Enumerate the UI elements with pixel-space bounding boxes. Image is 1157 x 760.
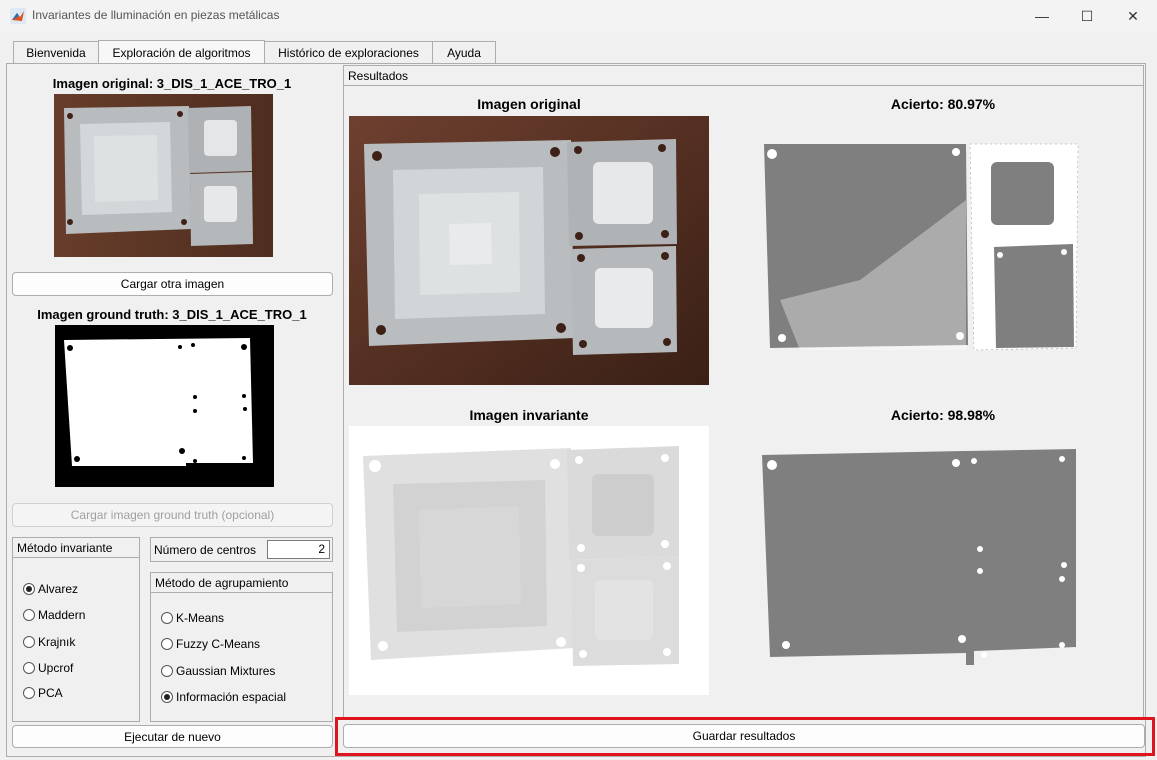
- close-icon[interactable]: ✕: [1110, 0, 1156, 32]
- radio-label: Upcrof: [38, 661, 74, 675]
- radio-icon: [23, 687, 35, 699]
- clustering-method-title: Método de agrupamiento: [151, 573, 332, 593]
- radio-fuzzy-cmeans[interactable]: Fuzzy C-Means: [161, 637, 260, 651]
- load-image-button[interactable]: Cargar otra imagen: [12, 272, 333, 296]
- centers-label: Número de centros: [154, 543, 257, 557]
- radio-selected-icon: [23, 583, 35, 595]
- tab-historico-exploraciones[interactable]: Histórico de exploraciones: [264, 41, 433, 63]
- highlight-box: [335, 717, 1155, 756]
- radio-label: Gaussian Mixtures: [176, 664, 276, 678]
- radio-label: K-Means: [176, 611, 225, 625]
- centers-field-group: Número de centros 2: [150, 537, 333, 562]
- radio-gaussian-mixtures[interactable]: Gaussian Mixtures: [161, 664, 275, 678]
- invariant-method-panel: Método invariante Alvarez Maddern Krajnı…: [12, 537, 140, 722]
- result-invariant-accuracy: Acierto: 98.98%: [890, 407, 996, 423]
- radio-pca[interactable]: PCA: [23, 686, 63, 700]
- centers-input[interactable]: 2: [267, 540, 330, 559]
- result-original-segmentation: [760, 140, 1080, 352]
- matlab-icon: [10, 8, 26, 24]
- radio-alvarez[interactable]: Alvarez: [23, 582, 78, 596]
- minimize-icon[interactable]: —: [1019, 0, 1065, 32]
- ground-truth-image: [55, 325, 274, 487]
- result-original-accuracy: Acierto: 80.97%: [890, 96, 996, 112]
- radio-icon: [161, 665, 173, 677]
- radio-label: Maddern: [38, 608, 86, 622]
- radio-kmeans[interactable]: K-Means: [161, 611, 224, 625]
- radio-label: Fuzzy C-Means: [176, 637, 261, 651]
- ground-truth-title: Imagen ground truth: 3_DIS_1_ACE_TRO_1: [37, 307, 307, 322]
- results-title: Resultados: [344, 66, 1143, 86]
- tab-ayuda[interactable]: Ayuda: [432, 41, 496, 63]
- radio-krajnik[interactable]: Krajnık: [23, 635, 75, 649]
- original-image-thumbnail: [54, 94, 273, 257]
- result-invariant-image: [349, 426, 709, 695]
- result-original-image: [349, 116, 709, 385]
- tab-bienvenida[interactable]: Bienvenida: [13, 41, 99, 63]
- radio-upcrof[interactable]: Upcrof: [23, 661, 73, 675]
- radio-label: Krajnık: [38, 635, 76, 649]
- radio-icon: [23, 662, 35, 674]
- clustering-method-panel: Método de agrupamiento K-Means Fuzzy C-M…: [150, 572, 333, 722]
- window-title: Invariantes de lluminación en piezas met…: [32, 8, 280, 22]
- result-original-heading: Imagen original: [477, 96, 581, 112]
- tab-exploracion-algoritmos[interactable]: Exploración de algoritmos: [98, 40, 265, 64]
- run-again-button[interactable]: Ejecutar de nuevo: [12, 725, 333, 748]
- radio-icon: [23, 636, 35, 648]
- result-invariant-heading: Imagen invariante: [469, 407, 589, 423]
- radio-icon: [161, 612, 173, 624]
- invariant-method-title: Método invariante: [13, 538, 139, 558]
- radio-label: Alvarez: [38, 582, 79, 596]
- radio-label: Información espacial: [176, 690, 287, 704]
- radio-selected-icon: [161, 691, 173, 703]
- load-ground-truth-button: Cargar imagen ground truth (opcional): [12, 503, 333, 527]
- original-image-title: Imagen original: 3_DIS_1_ACE_TRO_1: [52, 76, 292, 91]
- result-invariant-segmentation: [760, 447, 1080, 667]
- radio-icon: [161, 638, 173, 650]
- radio-label: PCA: [38, 686, 63, 700]
- radio-icon: [23, 609, 35, 621]
- radio-maddern[interactable]: Maddern: [23, 608, 85, 622]
- radio-informacion-espacial[interactable]: Información espacial: [161, 690, 286, 704]
- maximize-icon[interactable]: ☐: [1064, 0, 1110, 32]
